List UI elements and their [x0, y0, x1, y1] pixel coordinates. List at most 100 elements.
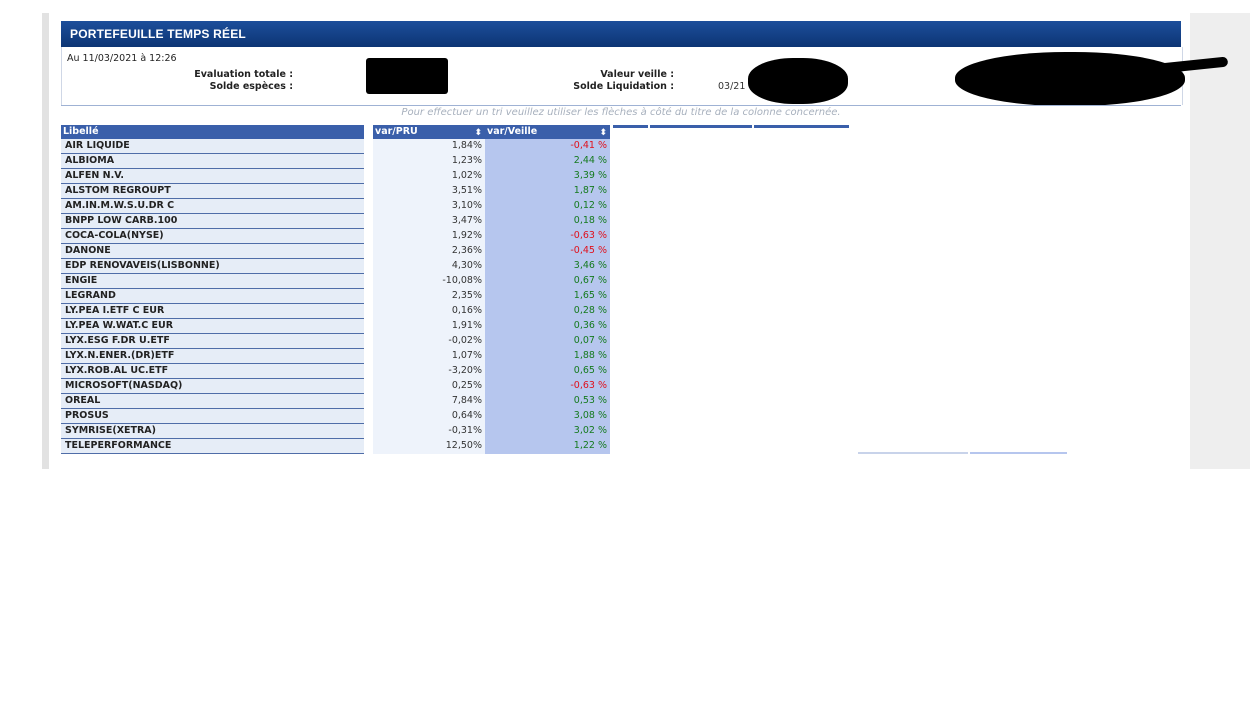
- solde-especes-label: Solde espèces :: [209, 81, 293, 92]
- cell-var-veille: 0,18 %: [485, 213, 610, 229]
- table-row[interactable]: LYX.ROB.AL UC.ETF -3,20% 0,65 %: [61, 363, 610, 379]
- cell-spacer: [364, 303, 373, 319]
- valeur-veille-label: Valeur veille :: [600, 69, 674, 80]
- table-row[interactable]: LYX.N.ENER.(DR)ETF 1,07% 1,88 %: [61, 348, 610, 364]
- cell-libelle[interactable]: LEGRAND: [61, 288, 364, 304]
- solde-liquidation-label: Solde Liquidation :: [573, 81, 674, 92]
- table-footer-line: [858, 452, 968, 454]
- cell-var-veille: -0,45 %: [485, 243, 610, 259]
- redacted-amount-middle: [748, 58, 848, 104]
- cell-var-pru: 0,64%: [373, 408, 485, 424]
- cell-spacer: [364, 318, 373, 334]
- cell-libelle[interactable]: ALFEN N.V.: [61, 168, 364, 184]
- cell-libelle[interactable]: ALSTOM REGROUPT: [61, 183, 364, 199]
- table-row[interactable]: ALFEN N.V. 1,02% 3,39 %: [61, 168, 610, 184]
- table-row[interactable]: SYMRISE(XETRA) -0,31% 3,02 %: [61, 423, 610, 439]
- cell-libelle[interactable]: COCA-COLA(NYSE): [61, 228, 364, 244]
- cell-libelle[interactable]: LYX.ROB.AL UC.ETF: [61, 363, 364, 379]
- cell-var-veille: 3,39 %: [485, 168, 610, 184]
- cell-libelle[interactable]: LYX.ESG F.DR U.ETF: [61, 333, 364, 349]
- cell-spacer: [364, 273, 373, 289]
- cell-var-veille: -0,63 %: [485, 228, 610, 244]
- cell-libelle[interactable]: BNPP LOW CARB.100: [61, 213, 364, 229]
- cell-var-veille: 2,44 %: [485, 153, 610, 169]
- cell-var-veille: -0,41 %: [485, 139, 610, 154]
- cell-libelle[interactable]: LYX.N.ENER.(DR)ETF: [61, 348, 364, 364]
- hidden-column-header: [613, 125, 648, 128]
- sort-arrows-icon[interactable]: ⬍: [599, 126, 607, 140]
- cell-libelle[interactable]: ALBIOMA: [61, 153, 364, 169]
- table-row[interactable]: MICROSOFT(NASDAQ) 0,25% -0,63 %: [61, 378, 610, 394]
- cell-var-pru: 1,07%: [373, 348, 485, 364]
- cell-libelle[interactable]: SYMRISE(XETRA): [61, 423, 364, 439]
- cell-libelle[interactable]: TELEPERFORMANCE: [61, 438, 364, 454]
- hidden-column-header: [650, 125, 752, 128]
- portfolio-table: AIR LIQUIDE 1,84% -0,41 % ALBIOMA 1,23% 2,44 …: [61, 139, 610, 454]
- cell-var-pru: -0,31%: [373, 423, 485, 439]
- cell-spacer: [364, 333, 373, 349]
- cell-var-pru: 4,30%: [373, 258, 485, 274]
- cell-spacer: [364, 258, 373, 274]
- cell-libelle[interactable]: OREAL: [61, 393, 364, 409]
- table-row[interactable]: ALBIOMA 1,23% 2,44 %: [61, 153, 610, 169]
- cell-spacer: [364, 393, 373, 409]
- table-row[interactable]: PROSUS 0,64% 3,08 %: [61, 408, 610, 424]
- portfolio-rows: AIR LIQUIDE 1,84% -0,41 % ALBIOMA 1,23% 2,44 …: [61, 139, 610, 454]
- table-row[interactable]: LY.PEA I.ETF C EUR 0,16% 0,28 %: [61, 303, 610, 319]
- table-row[interactable]: ALSTOM REGROUPT 3,51% 1,87 %: [61, 183, 610, 199]
- table-row[interactable]: TELEPERFORMANCE 12,50% 1,22 %: [61, 438, 610, 454]
- table-row[interactable]: LEGRAND 2,35% 1,65 %: [61, 288, 610, 304]
- cell-var-pru: -10,08%: [373, 273, 485, 289]
- cell-var-pru: 2,36%: [373, 243, 485, 259]
- left-border-strip: [42, 13, 49, 469]
- table-row[interactable]: BNPP LOW CARB.100 3,47% 0,18 %: [61, 213, 610, 229]
- cell-libelle[interactable]: EDP RENOVAVEIS(LISBONNE): [61, 258, 364, 274]
- table-row[interactable]: LY.PEA W.WAT.C EUR 1,91% 0,36 %: [61, 318, 610, 334]
- evaluation-totale-label: Evaluation totale :: [194, 69, 293, 80]
- header-var-veille[interactable]: var/Veille ⬍: [485, 125, 610, 139]
- cell-libelle[interactable]: ENGIE: [61, 273, 364, 289]
- header-libelle[interactable]: Libellé: [61, 125, 364, 139]
- cell-var-veille: 0,07 %: [485, 333, 610, 349]
- cell-libelle[interactable]: LY.PEA I.ETF C EUR: [61, 303, 364, 319]
- cell-var-veille: 3,08 %: [485, 408, 610, 424]
- cell-var-pru: 0,25%: [373, 378, 485, 394]
- cell-spacer: [364, 198, 373, 214]
- cell-spacer: [364, 168, 373, 184]
- cell-var-veille: 0,36 %: [485, 318, 610, 334]
- table-row[interactable]: OREAL 7,84% 0,53 %: [61, 393, 610, 409]
- cell-spacer: [364, 363, 373, 379]
- table-row[interactable]: COCA-COLA(NYSE) 1,92% -0,63 %: [61, 228, 610, 244]
- table-row[interactable]: EDP RENOVAVEIS(LISBONNE) 4,30% 3,46 %: [61, 258, 610, 274]
- table-row[interactable]: AIR LIQUIDE 1,84% -0,41 %: [61, 139, 610, 154]
- table-row[interactable]: LYX.ESG F.DR U.ETF -0,02% 0,07 %: [61, 333, 610, 349]
- table-row[interactable]: DANONE 2,36% -0,45 %: [61, 243, 610, 259]
- cell-spacer: [364, 408, 373, 424]
- cell-libelle[interactable]: PROSUS: [61, 408, 364, 424]
- cell-libelle[interactable]: AM.IN.M.W.S.U.DR C: [61, 198, 364, 214]
- summary-separator: [61, 105, 1181, 106]
- sort-arrows-icon[interactable]: ⬍: [474, 126, 482, 140]
- cell-spacer: [364, 438, 373, 454]
- table-row[interactable]: AM.IN.M.W.S.U.DR C 3,10% 0,12 %: [61, 198, 610, 214]
- cell-var-veille: 1,22 %: [485, 438, 610, 454]
- table-row[interactable]: ENGIE -10,08% 0,67 %: [61, 273, 610, 289]
- cell-libelle[interactable]: DANONE: [61, 243, 364, 259]
- cell-spacer: [364, 243, 373, 259]
- cell-libelle[interactable]: LY.PEA W.WAT.C EUR: [61, 318, 364, 334]
- cell-var-veille: 1,88 %: [485, 348, 610, 364]
- cell-var-pru: 1,23%: [373, 153, 485, 169]
- right-gray-area: [1190, 13, 1250, 469]
- header-var-pru[interactable]: var/PRU ⬍: [373, 125, 485, 139]
- cell-var-veille: 0,28 %: [485, 303, 610, 319]
- cell-libelle[interactable]: AIR LIQUIDE: [61, 139, 364, 154]
- cell-var-pru: 1,91%: [373, 318, 485, 334]
- cell-spacer: [364, 423, 373, 439]
- cell-spacer: [364, 213, 373, 229]
- cell-spacer: [364, 153, 373, 169]
- cell-libelle[interactable]: MICROSOFT(NASDAQ): [61, 378, 364, 394]
- redacted-amount-right: [955, 52, 1185, 106]
- cell-var-pru: 1,92%: [373, 228, 485, 244]
- cell-var-pru: 1,02%: [373, 168, 485, 184]
- cell-var-pru: 3,10%: [373, 198, 485, 214]
